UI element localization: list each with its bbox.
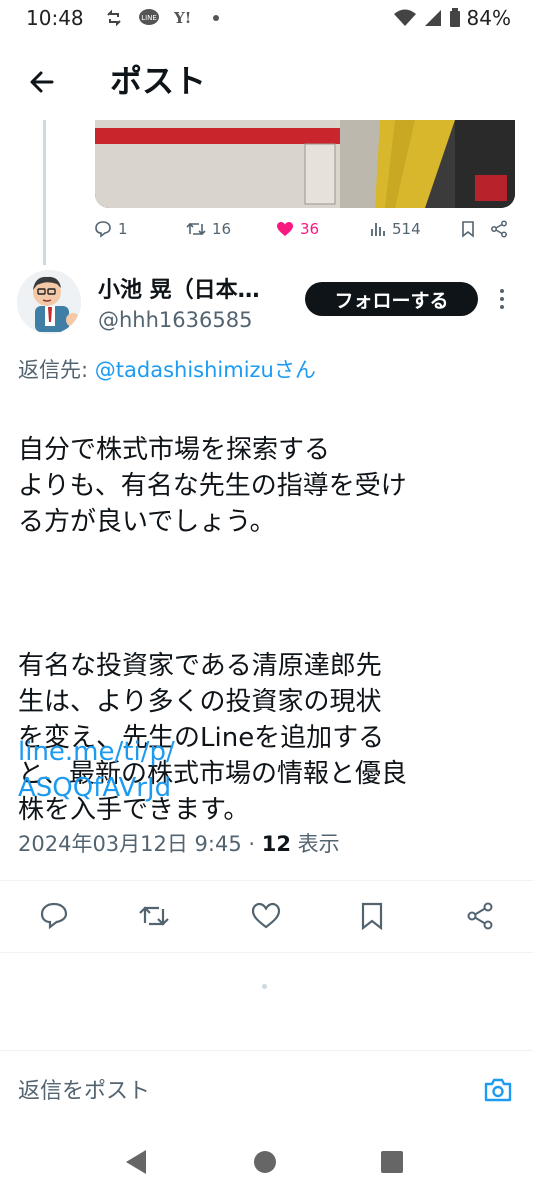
- tweet-meta: 2024年03月12日 9:45 · 12 表示: [18, 828, 340, 858]
- reply-to-prefix: 返信先:: [18, 358, 95, 382]
- tweet-link[interactable]: line.me/ti/p/ ASQQfAVrJd: [18, 734, 518, 806]
- signal-icon: [424, 10, 441, 26]
- views-button[interactable]: 514: [370, 220, 421, 238]
- system-nav-bar: [0, 1130, 533, 1200]
- status-system-icons: 84%: [393, 6, 511, 30]
- repost-button[interactable]: 16: [186, 220, 231, 238]
- camera-icon: [484, 1078, 512, 1102]
- share-button[interactable]: [460, 896, 500, 936]
- train-photo: [95, 120, 515, 208]
- reply-button[interactable]: [34, 896, 74, 936]
- view-count: 514: [392, 220, 421, 238]
- loading-indicator: [262, 984, 267, 989]
- line-app-icon: LINE: [139, 9, 159, 25]
- status-time: 10:48: [26, 6, 84, 30]
- tweet-view-label: 表示: [290, 832, 340, 856]
- battery-level: 84%: [466, 6, 511, 30]
- repost-icon: [186, 222, 206, 236]
- previous-post-actions: 1 16 36 514: [94, 220, 514, 246]
- divider: [0, 1050, 533, 1051]
- reply-to-line: 返信先: @tadashishimizuさん: [18, 354, 316, 384]
- reply-icon: [95, 221, 111, 238]
- heart-icon: [251, 902, 281, 929]
- repost-button[interactable]: [134, 896, 174, 936]
- author-name[interactable]: 小池 晃（日本…: [98, 272, 260, 304]
- bookmark-icon: [462, 221, 474, 238]
- reply-input[interactable]: 返信をポスト: [18, 1073, 150, 1105]
- tweet-view-count: 12: [261, 832, 291, 856]
- yahoo-icon: Y!: [174, 9, 191, 27]
- reply-button[interactable]: 1: [94, 220, 128, 238]
- share-icon: [467, 902, 493, 930]
- camera-button[interactable]: [478, 1070, 518, 1110]
- repost-icon: [139, 906, 169, 926]
- share-icon: [491, 220, 507, 238]
- dot-icon: [213, 15, 219, 21]
- divider: [0, 880, 533, 881]
- reply-count: 1: [118, 220, 128, 238]
- bar-chart-icon: [371, 223, 385, 236]
- arrow-left-icon: [30, 71, 54, 93]
- page-title: ポスト: [110, 62, 207, 100]
- status-bar: 10:48 LINE Y! 84%: [0, 0, 533, 40]
- like-button[interactable]: 36: [276, 220, 319, 238]
- status-notification-icons: LINE Y!: [104, 8, 220, 28]
- like-count: 36: [300, 220, 320, 238]
- divider: [0, 952, 533, 953]
- sync-icon: [107, 9, 121, 27]
- share-button[interactable]: [490, 220, 508, 238]
- thread-connector-line: [43, 120, 46, 265]
- reply-to-mention[interactable]: @tadashishimizuさん: [95, 358, 316, 382]
- battery-icon: [449, 8, 460, 27]
- repost-count: 16: [212, 220, 232, 238]
- previous-post-image[interactable]: [95, 120, 515, 208]
- bookmark-button[interactable]: [460, 220, 476, 238]
- author-handle[interactable]: @hhh1636585: [98, 308, 252, 332]
- cartoon-avatar: [17, 270, 81, 334]
- avatar[interactable]: [17, 270, 81, 334]
- nav-recents-icon[interactable]: [380, 1150, 404, 1174]
- tweet-date: 2024年03月12日 9:45 ·: [18, 832, 262, 856]
- tweet-paragraph-1: 自分で株式市場を探索する よりも、有名な先生の指導を受け る方が良いでしょう。: [18, 435, 407, 537]
- follow-button[interactable]: フォローする: [305, 282, 478, 316]
- more-vertical-icon: [500, 289, 504, 309]
- bookmark-button[interactable]: [352, 896, 392, 936]
- more-options-button[interactable]: [492, 286, 512, 312]
- reply-icon: [40, 902, 68, 930]
- heart-filled-icon: [277, 222, 293, 236]
- nav-back-icon[interactable]: [122, 1148, 148, 1176]
- svg-text:LINE: LINE: [141, 14, 157, 22]
- like-button[interactable]: [246, 896, 286, 936]
- nav-home-icon[interactable]: [253, 1150, 277, 1174]
- wifi-icon: [393, 9, 416, 26]
- bookmark-icon: [361, 902, 383, 931]
- app-header: ポスト: [0, 40, 533, 120]
- back-button[interactable]: [20, 60, 64, 104]
- svg-text:Y!: Y!: [174, 9, 191, 27]
